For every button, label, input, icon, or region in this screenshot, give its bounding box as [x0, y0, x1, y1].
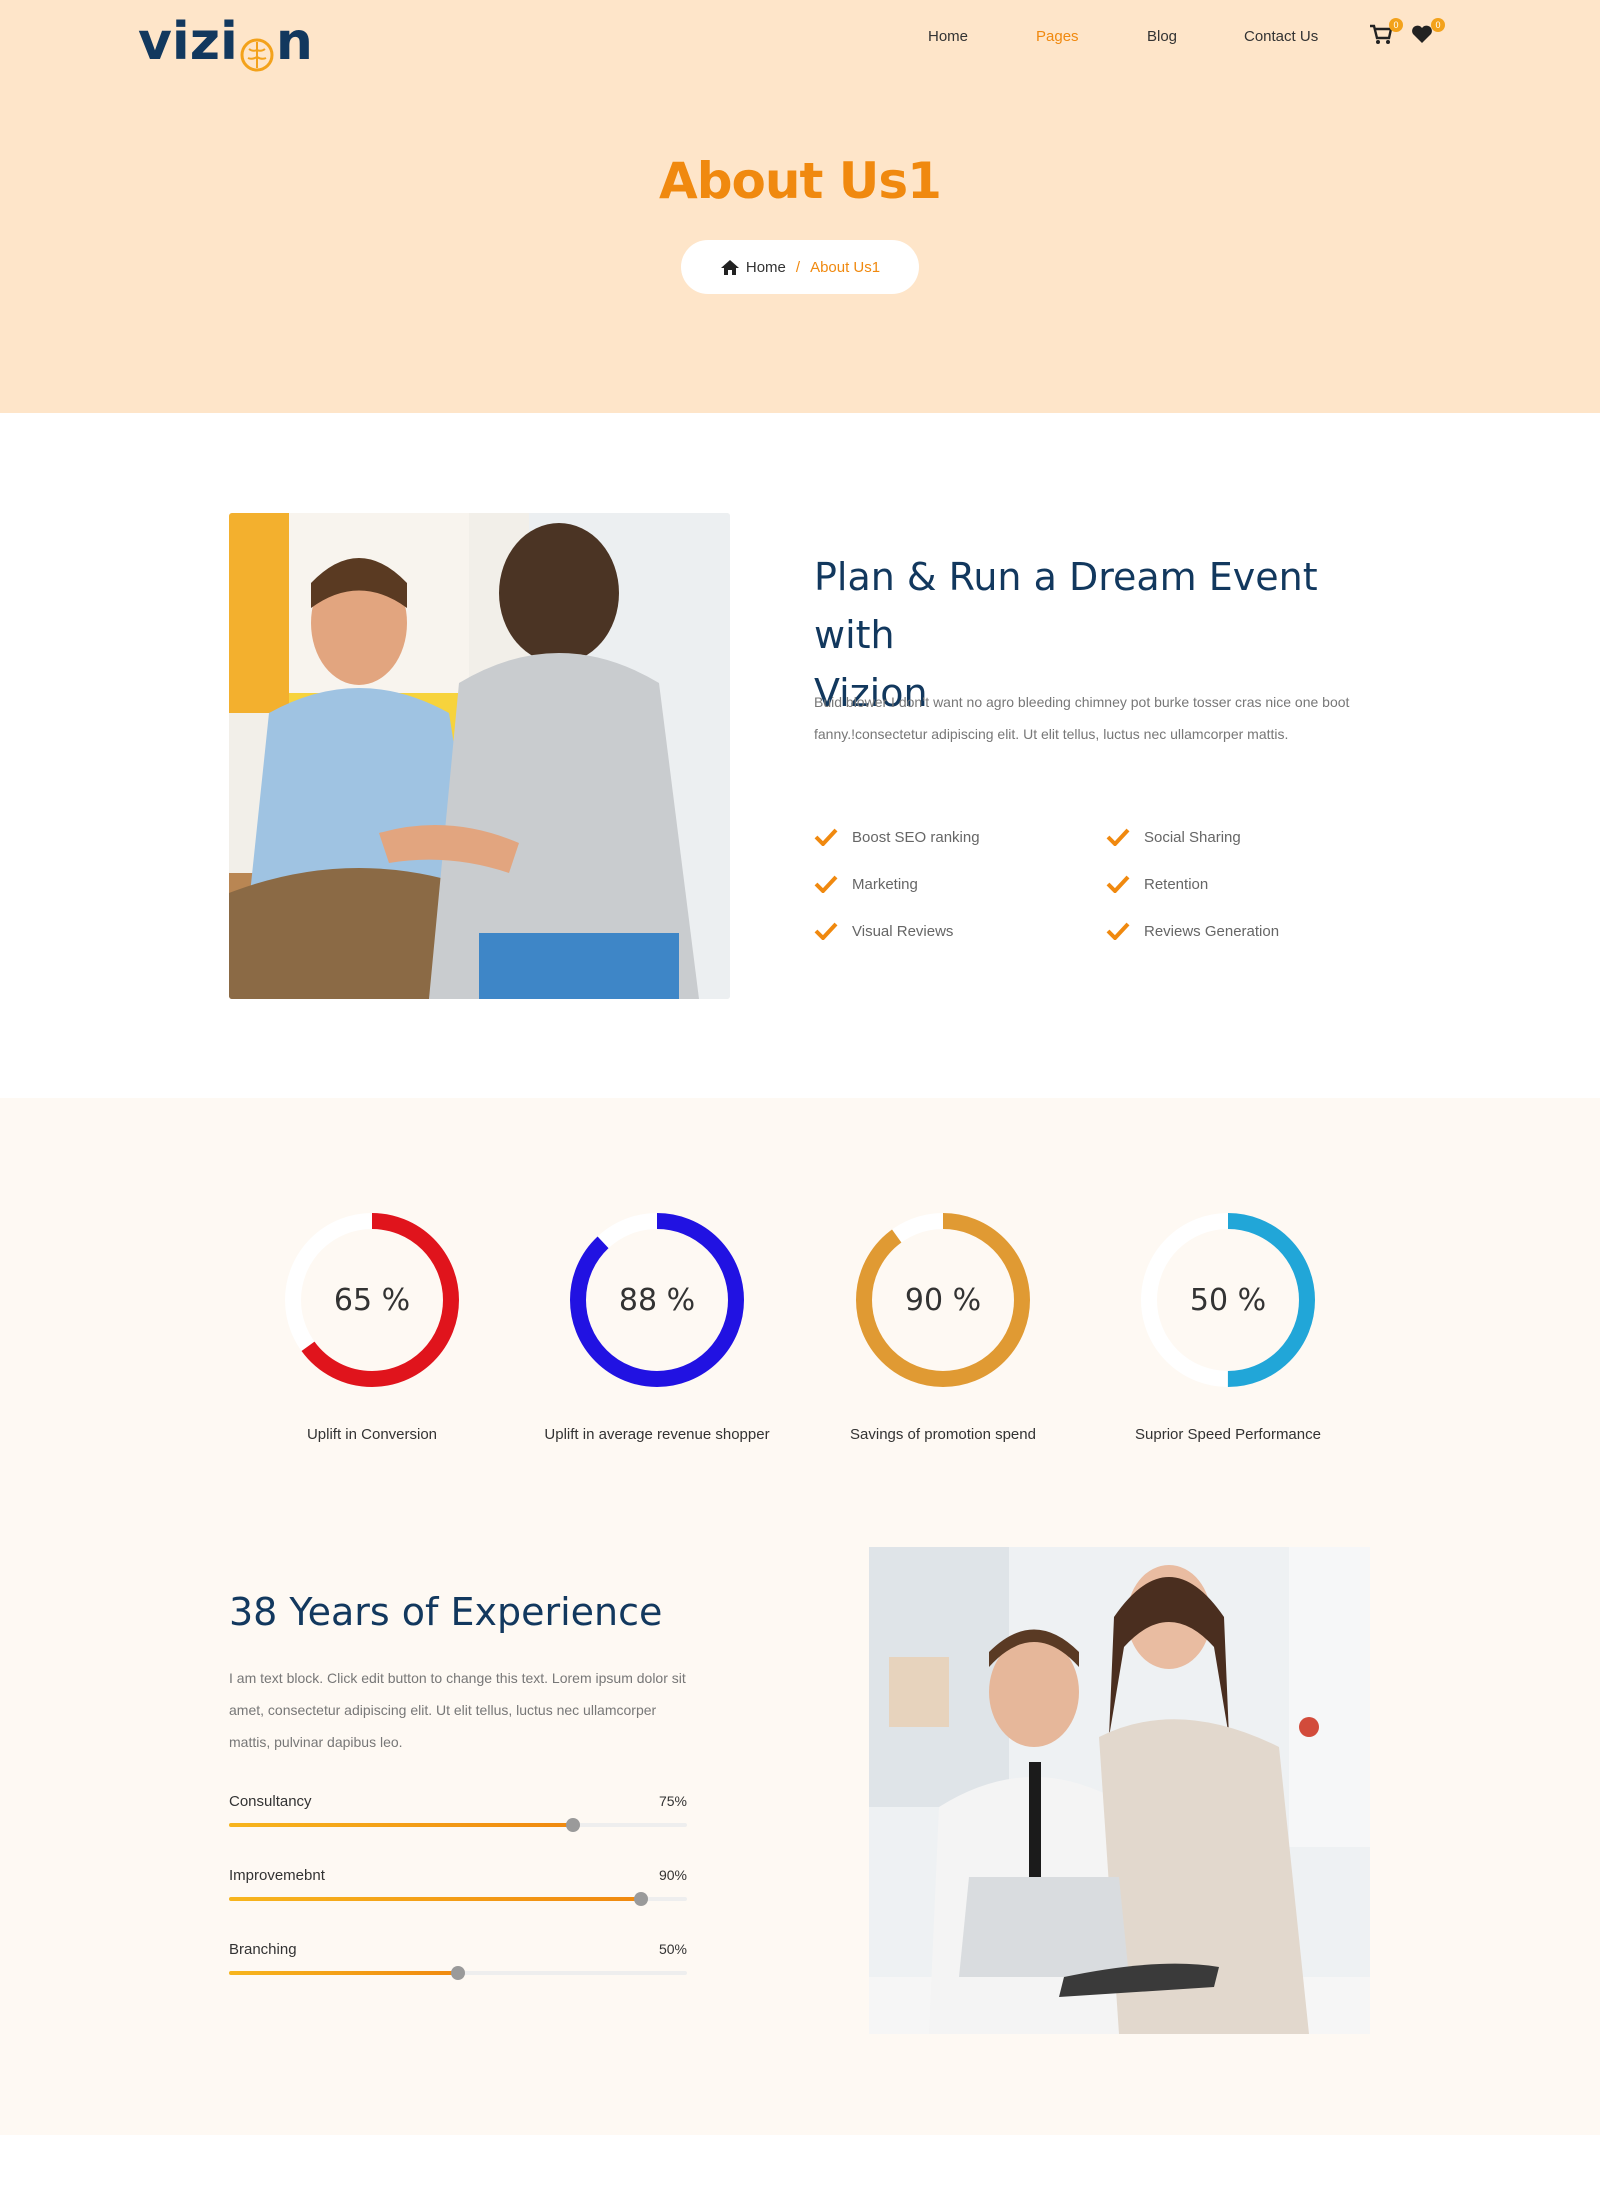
- wishlist-icon[interactable]: 0: [1411, 18, 1445, 46]
- skill-track: [229, 1966, 687, 1980]
- skill-name: Branching: [229, 1941, 297, 1958]
- breadcrumb-home-link[interactable]: Home: [720, 259, 786, 276]
- handshake-photo: [229, 513, 730, 999]
- stat-donut-speed: 50 %: [1138, 1210, 1318, 1390]
- breadcrumb-current: About Us1: [810, 258, 881, 276]
- wishlist-count-badge: 0: [1431, 18, 1445, 32]
- check-icon: [1106, 828, 1130, 846]
- feature-item: Social Sharing: [1106, 828, 1241, 846]
- feature-item: Reviews Generation: [1106, 922, 1279, 940]
- feature-label: Visual Reviews: [852, 922, 954, 940]
- skill-percent: 75%: [658, 1793, 687, 1809]
- check-icon: [814, 922, 838, 940]
- breadcrumb-separator: /: [795, 258, 801, 276]
- stat-donut-savings: 90 %: [853, 1210, 1033, 1390]
- stat-value: 50 %: [1189, 1282, 1267, 1318]
- feature-label: Marketing: [852, 875, 918, 893]
- breadcrumb: Home / About Us1: [681, 240, 919, 294]
- skill-percent: 50%: [658, 1941, 687, 1957]
- skill-percent: 90%: [658, 1867, 687, 1883]
- skill-name: Improvemebnt: [229, 1867, 325, 1884]
- stat-value: 88 %: [618, 1282, 696, 1318]
- skill-fill: [229, 1823, 573, 1827]
- stat-value: 90 %: [904, 1282, 982, 1318]
- about-title-line1: Plan & Run a Dream Event with: [814, 555, 1318, 657]
- stat-label: Uplift in average revenue shopper: [544, 1426, 770, 1443]
- feature-item: Marketing: [814, 875, 918, 893]
- skill-fill: [229, 1971, 458, 1975]
- logo-text-right: n: [275, 12, 313, 72]
- stat-label: Savings of promotion spend: [850, 1426, 1036, 1443]
- feature-item: Retention: [1106, 875, 1208, 893]
- stat-value: 65 %: [333, 1282, 411, 1318]
- cart-count-badge: 0: [1389, 18, 1403, 32]
- nav-contact[interactable]: Contact Us: [1244, 28, 1318, 45]
- skill-handle[interactable]: [565, 1818, 580, 1832]
- experience-title: 38 Years of Experience: [229, 1590, 663, 1634]
- stat-label: Uplift in Conversion: [306, 1426, 438, 1443]
- skill-handle[interactable]: [634, 1892, 649, 1906]
- page-title: About Us1: [659, 152, 942, 210]
- skill-track: [229, 1892, 687, 1906]
- office-team-photo: [869, 1547, 1370, 2034]
- brain-icon: [240, 25, 274, 72]
- check-icon: [814, 875, 838, 893]
- feature-label: Social Sharing: [1144, 828, 1241, 846]
- skill-fill: [229, 1897, 642, 1901]
- stat-label: Suprior Speed Performance: [1135, 1426, 1321, 1443]
- skill-name: Consultancy: [229, 1793, 312, 1810]
- nav-blog[interactable]: Blog: [1147, 28, 1177, 45]
- check-icon: [1106, 875, 1130, 893]
- skill-bar-improvement: Improvemebnt 90%: [229, 1867, 687, 1917]
- page-hero: vizi n Home Pages Blog Contact Us 0 0 Ab…: [0, 0, 1600, 413]
- logo-text-left: vizi: [138, 12, 238, 72]
- cart-icon[interactable]: 0: [1369, 18, 1403, 46]
- skill-bar-branching: Branching 50%: [229, 1941, 687, 1991]
- skill-bar-consultancy: Consultancy 75%: [229, 1793, 687, 1843]
- experience-description: I am text block. Click edit button to ch…: [229, 1670, 686, 1750]
- stat-donut-revenue: 88 %: [567, 1210, 747, 1390]
- feature-label: Retention: [1144, 875, 1209, 893]
- nav-pages[interactable]: Pages: [1036, 28, 1079, 45]
- check-icon: [1106, 922, 1130, 940]
- site-logo[interactable]: vizi n: [138, 12, 313, 72]
- feature-item: Boost SEO ranking: [814, 828, 980, 846]
- feature-item: Visual Reviews: [814, 922, 953, 940]
- nav-home[interactable]: Home: [928, 28, 968, 45]
- skill-track: [229, 1818, 687, 1832]
- check-icon: [814, 828, 838, 846]
- breadcrumb-home-label: Home: [745, 258, 786, 276]
- stat-donut-conversion: 65 %: [282, 1210, 462, 1390]
- skill-handle[interactable]: [451, 1966, 465, 1980]
- feature-label: Reviews Generation: [1144, 922, 1280, 940]
- feature-label: Boost SEO ranking: [852, 828, 980, 846]
- home-icon: [720, 259, 739, 275]
- about-description: Buid blower I don’t want no agro bleedin…: [814, 694, 1350, 742]
